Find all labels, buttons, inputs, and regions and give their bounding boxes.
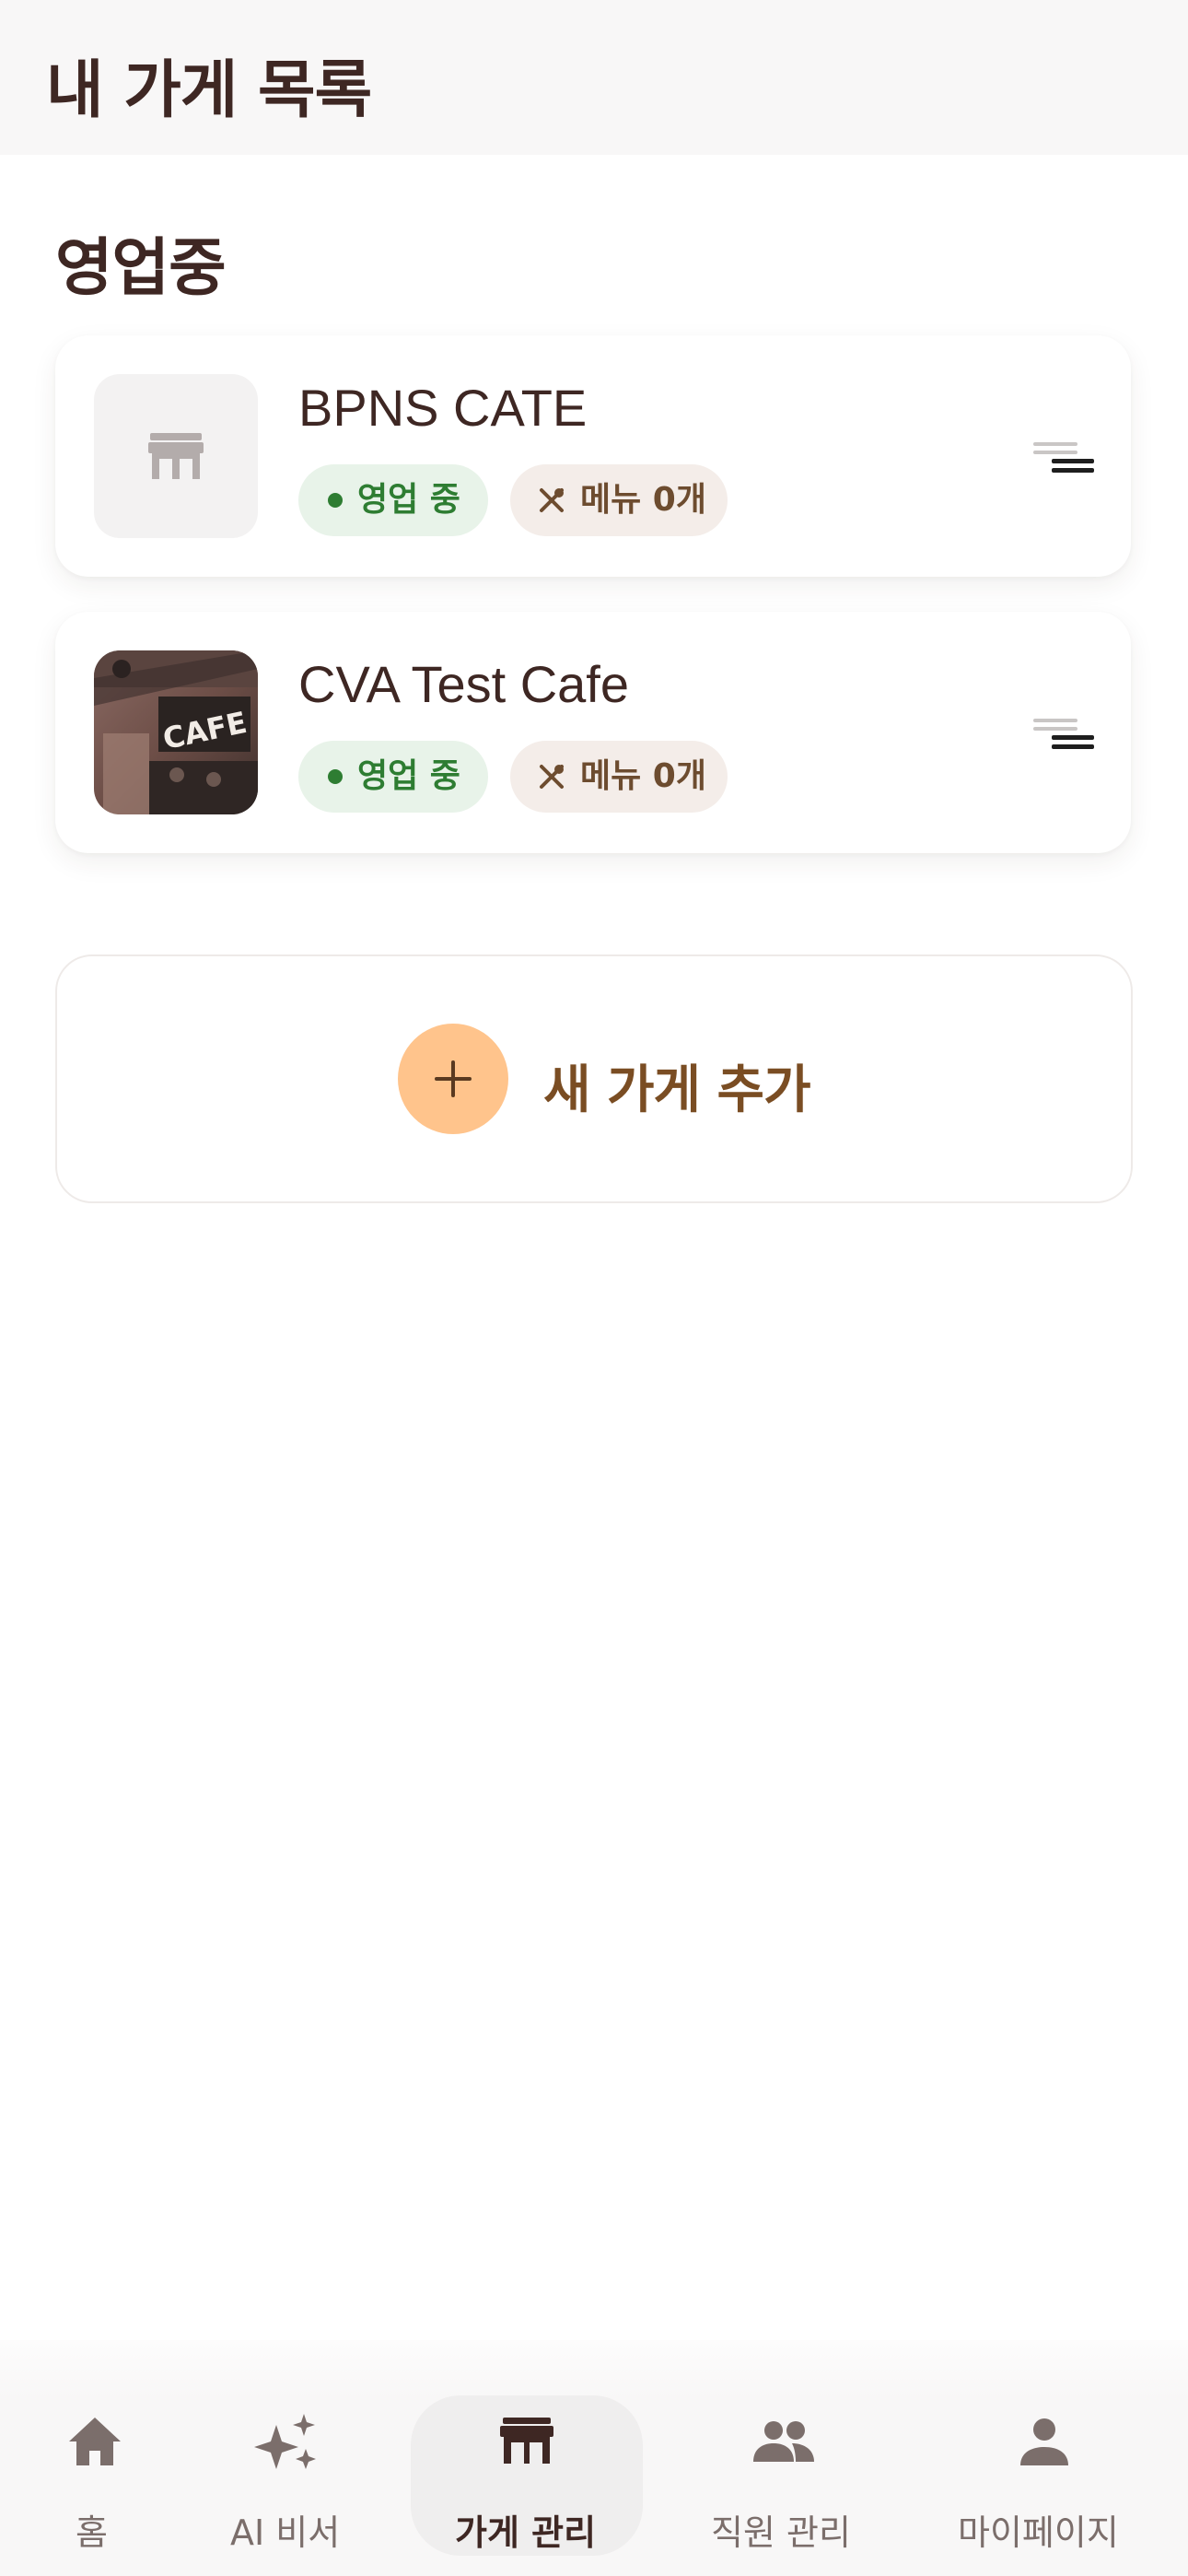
page-title: 내 가게 목록 [46, 54, 372, 127]
status-badge-label: 영업 중 [357, 757, 460, 795]
people-icon [753, 2421, 814, 2462]
status-dot-icon [328, 769, 343, 784]
nav-label-ai-assistant: AI 비서 [230, 2512, 341, 2553]
plus-icon [435, 1060, 472, 1097]
status-dot-icon [328, 493, 343, 508]
nav-item-home[interactable]: 홈 [37, 2340, 153, 2576]
drag-handle-icon[interactable] [1033, 442, 1094, 475]
nav-label-home: 홈 [76, 2512, 108, 2553]
status-badge-label: 영업 중 [357, 481, 460, 519]
bottom-navigation: 홈 AI 비서 가게 관리 직원 관리 마이페이지 [0, 2340, 1188, 2576]
menu-count-badge: 메뉴 0개 [510, 464, 728, 536]
nav-item-my-page[interactable]: 마이페이지 [954, 2340, 1157, 2576]
home-icon [69, 2418, 121, 2465]
nav-item-store-management[interactable]: 가게 관리 [411, 2340, 643, 2576]
nav-label-store-management: 가게 관리 [455, 2512, 597, 2553]
store-name: BPNS CATE [298, 379, 588, 437]
app-bar: 내 가게 목록 [0, 0, 1188, 155]
menu-count-label: 메뉴 0개 [580, 481, 706, 519]
add-circle [398, 1024, 508, 1134]
drag-handle-icon[interactable] [1033, 719, 1094, 752]
status-badge: 영업 중 [298, 741, 488, 813]
menu-count-label: 메뉴 0개 [580, 757, 706, 795]
utensils-icon [540, 765, 564, 789]
add-store-button[interactable]: 새 가게 추가 [55, 954, 1133, 1203]
nav-item-staff-management[interactable]: 직원 관리 [700, 2340, 866, 2576]
store-name: CVA Test Cafe [298, 655, 629, 713]
nav-label-staff-management: 직원 관리 [711, 2512, 851, 2553]
menu-count-badge: 메뉴 0개 [510, 741, 728, 813]
store-placeholder-icon [148, 433, 204, 479]
nav-label-my-page: 마이페이지 [958, 2512, 1119, 2553]
store-thumbnail [94, 374, 258, 538]
store-card[interactable]: CAFE CVA Test Cafe 영업 중 메뉴 0개 [55, 612, 1131, 853]
store-card[interactable]: BPNS CATE 영업 중 메뉴 0개 [55, 335, 1131, 577]
store-icon [500, 2418, 553, 2464]
cafe-photo: CAFE [94, 650, 258, 814]
status-badge: 영업 중 [298, 464, 488, 536]
utensils-icon [540, 488, 564, 512]
person-icon [1020, 2418, 1068, 2465]
section-title-open: 영업중 [55, 232, 227, 305]
sparkle-icon [254, 2414, 316, 2469]
add-store-label: 새 가게 추가 [543, 1060, 811, 1120]
store-thumbnail: CAFE [94, 650, 258, 814]
nav-item-ai-assistant[interactable]: AI 비서 [221, 2340, 359, 2576]
